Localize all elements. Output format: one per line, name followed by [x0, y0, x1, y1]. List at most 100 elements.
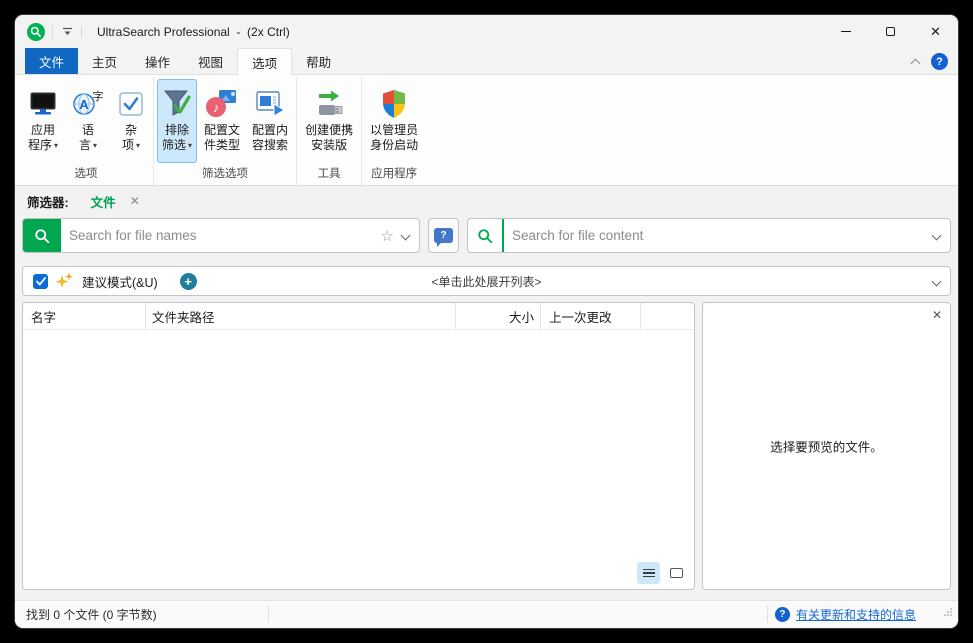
create-portable-button[interactable]: 创建便携 安装版: [300, 79, 358, 163]
collapse-ribbon-icon[interactable]: [911, 58, 921, 68]
tab-home[interactable]: 主页: [78, 48, 131, 75]
file-type-icon: ♪: [205, 85, 239, 123]
content-search-icon: [476, 227, 494, 245]
column-header-spacer: [641, 303, 694, 329]
file-name-search: ☆: [22, 218, 420, 253]
tab-help[interactable]: 帮助: [292, 48, 345, 75]
exclude-filter-button[interactable]: 排除 筛选▾: [157, 79, 197, 163]
search-row: ☆ ?: [22, 218, 951, 253]
divider: [52, 25, 53, 39]
dropdown-arrow-icon: ▾: [188, 138, 192, 153]
result-count-text: 找到 0 个文件 (0 字节数): [15, 606, 157, 623]
chevron-down-icon[interactable]: [401, 231, 411, 241]
suggestion-mode-label: 建议模式(&U): [82, 272, 158, 291]
quick-access-dropdown-icon[interactable]: [60, 24, 74, 40]
minimize-icon: [841, 31, 851, 32]
ribbon-group-label: 应用程序: [364, 163, 424, 185]
preview-placeholder-text: 选择要预览的文件。: [703, 437, 950, 456]
results-list[interactable]: 名字 文件夹路径 大小 上一次更改: [22, 302, 695, 590]
tab-file[interactable]: 文件: [25, 48, 78, 75]
column-header-name[interactable]: 名字: [23, 303, 146, 329]
filter-bar-label: 筛选器:: [27, 192, 69, 211]
view-mode-buttons: [637, 562, 688, 584]
divider: [268, 606, 269, 623]
status-bar: 找到 0 个文件 (0 字节数) ? 有关更新和支持的信息: [15, 600, 958, 628]
suggestion-mode-bar[interactable]: 建议模式(&U) + <单击此处展开列表>: [22, 266, 951, 296]
list-view-icon: [643, 569, 655, 578]
divider: [767, 606, 768, 623]
chevron-down-icon[interactable]: [932, 231, 942, 241]
ribbon-group-filter-options: 排除 筛选▾ ♪ 配置文 件类型 配置内 容搜索: [153, 77, 296, 185]
app-window: UltraSearch Professional - (2x Ctrl) ✕ 文…: [15, 15, 958, 628]
svg-text:♪: ♪: [213, 100, 220, 115]
preview-close-icon[interactable]: ✕: [932, 308, 942, 322]
svg-text:字: 字: [93, 89, 104, 103]
dropdown-arrow-icon: ▾: [54, 138, 58, 153]
update-help-icon: ?: [775, 607, 790, 622]
search-help-button[interactable]: ?: [428, 218, 459, 253]
dropdown-arrow-icon: ▾: [93, 138, 97, 153]
window-controls: ✕: [823, 15, 958, 48]
expand-list-hint: <单击此处展开列表>: [23, 273, 950, 290]
help-bubble-icon: ?: [434, 228, 453, 243]
misc-button[interactable]: 杂 项▾: [112, 79, 150, 163]
run-as-admin-button[interactable]: 以管理员 身份启动: [365, 79, 423, 163]
ribbon-group-tools: 创建便携 安装版 工具: [296, 77, 361, 185]
add-filter-button[interactable]: +: [180, 273, 197, 290]
column-header-size[interactable]: 大小: [456, 303, 541, 329]
configure-content-search-button[interactable]: 配置内 容搜索: [247, 79, 293, 163]
search-button[interactable]: [23, 219, 61, 252]
close-icon: ✕: [930, 25, 941, 38]
chevron-down-icon[interactable]: [932, 276, 942, 286]
configure-file-types-button[interactable]: ♪ 配置文 件类型: [199, 79, 245, 163]
tab-actions[interactable]: 操作: [131, 48, 184, 75]
ribbon-group-options: 应用 程序▾ A字 语 言▾ 杂 项▾ 选项: [19, 77, 153, 185]
update-support-link[interactable]: 有关更新和支持的信息: [796, 606, 916, 623]
file-name-search-input[interactable]: [61, 228, 379, 243]
dropdown-arrow-icon: ▾: [136, 138, 140, 153]
tabrow-right-controls: ?: [912, 48, 958, 75]
ribbon-tab-bar: 文件 主页 操作 视图 选项 帮助 ?: [15, 48, 958, 75]
suggestion-mode-checkbox[interactable]: [33, 274, 48, 289]
monitor-icon: [27, 85, 59, 123]
file-content-search-input[interactable]: [504, 228, 931, 243]
column-header-last-modified[interactable]: 上一次更改: [541, 303, 641, 329]
minimize-button[interactable]: [823, 15, 868, 48]
content-search-icon: [254, 85, 286, 123]
maximize-button[interactable]: [868, 15, 913, 48]
tab-options[interactable]: 选项: [237, 48, 292, 75]
close-button[interactable]: ✕: [913, 15, 958, 48]
filter-bar: 筛选器: 文件 ✕: [15, 187, 958, 215]
checkbox-icon: [117, 85, 145, 123]
ribbon-group-label: 工具: [299, 163, 359, 185]
usb-icon: [311, 85, 347, 123]
shield-icon: [380, 85, 408, 123]
maximize-icon: [886, 27, 895, 36]
language-button[interactable]: A字 语 言▾: [66, 79, 110, 163]
filter-tab-files[interactable]: 文件: [91, 192, 116, 211]
ribbon-group-label: 选项: [21, 163, 151, 185]
language-icon: A字: [71, 85, 105, 123]
filter-icon: [162, 85, 192, 123]
filter-tab-close-icon[interactable]: ✕: [130, 194, 140, 208]
preview-view-icon: [670, 568, 683, 578]
window-title: UltraSearch Professional - (2x Ctrl): [97, 25, 290, 39]
file-content-search: [467, 218, 951, 253]
list-view-button[interactable]: [637, 562, 660, 584]
column-header-folder-path[interactable]: 文件夹路径: [146, 303, 456, 329]
app-logo-icon: [27, 23, 45, 41]
resize-grip[interactable]: [942, 606, 953, 620]
preview-panel: ✕ 选择要预览的文件。: [702, 302, 951, 590]
ribbon: 应用 程序▾ A字 语 言▾ 杂 项▾ 选项: [15, 74, 958, 186]
help-icon[interactable]: ?: [931, 53, 948, 70]
divider: [81, 25, 82, 39]
sparkles-icon: [55, 272, 74, 290]
results-table-header: 名字 文件夹路径 大小 上一次更改: [23, 303, 694, 330]
svg-text:A: A: [79, 97, 89, 112]
tab-view[interactable]: 视图: [184, 48, 237, 75]
search-icon: [33, 227, 51, 245]
preview-view-button[interactable]: [665, 562, 688, 584]
favorite-star-icon[interactable]: ☆: [381, 227, 394, 245]
ribbon-group-application: 以管理员 身份启动 应用程序: [361, 77, 426, 185]
application-button[interactable]: 应用 程序▾: [22, 79, 64, 163]
